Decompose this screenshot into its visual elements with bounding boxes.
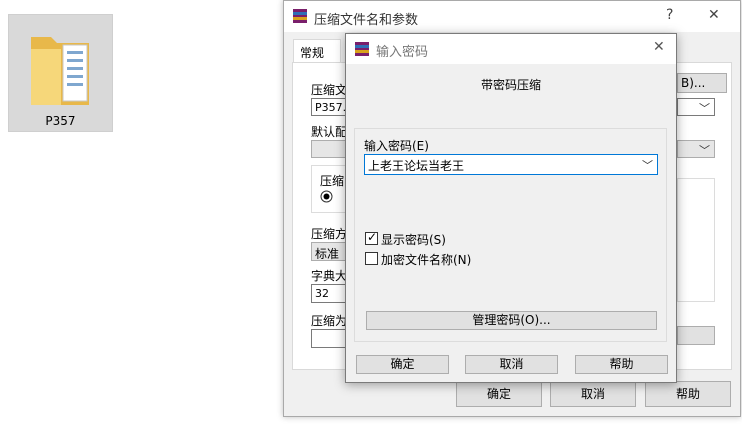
encrypt-names-label: 加密文件名称(N) — [381, 253, 472, 267]
folder-icon — [31, 37, 89, 105]
enter-password-dialog: 输入密码 ✕ 带密码压缩 输入密码(E) 上老王论坛当老王 ﹀ 显示密码(S) … — [345, 33, 677, 383]
volume-label: 压缩为 — [311, 314, 348, 328]
cancel-button[interactable]: 取消 — [465, 355, 558, 374]
help-button[interactable]: 帮助 — [575, 355, 668, 374]
ok-button[interactable]: 确定 — [356, 355, 449, 374]
profile-combo-end[interactable]: ﹀ — [677, 140, 715, 158]
chevron-down-icon: ﹀ — [699, 102, 710, 115]
close-icon[interactable]: ✕ — [708, 7, 720, 23]
radio-selected-icon[interactable] — [320, 190, 333, 203]
archive-params-title: 压缩文件名和参数 — [314, 13, 419, 28]
close-icon[interactable]: ✕ — [653, 39, 665, 55]
tab-general[interactable]: 常规 — [293, 39, 341, 63]
method-label: 压缩方 — [311, 227, 348, 241]
winrar-icon — [355, 42, 369, 56]
archive-name-label: 压缩文 — [311, 83, 348, 97]
password-value: 上老王论坛当老王 — [368, 159, 465, 173]
enter-password-title: 输入密码 — [376, 45, 429, 60]
dictionary-label: 字典大 — [311, 269, 348, 283]
show-password-checkbox[interactable] — [365, 230, 378, 245]
help-icon[interactable]: ? — [666, 7, 673, 23]
ok-button[interactable]: 确定 — [456, 381, 542, 407]
set-password-button-edge[interactable] — [677, 326, 715, 345]
options-box-edge — [677, 178, 715, 302]
enter-password-titlebar[interactable]: 输入密码 ✕ — [346, 34, 676, 64]
folder-label: P357 — [45, 114, 76, 128]
dialog-heading: 带密码压缩 — [480, 78, 541, 92]
default-profile-label: 默认配 — [311, 125, 348, 139]
encrypt-names-checkbox[interactable] — [365, 252, 378, 265]
update-mode-label: 压缩 — [320, 174, 345, 188]
chevron-down-icon: ﹀ — [699, 144, 710, 157]
desktop-folder-item[interactable]: P357 — [8, 14, 113, 132]
browse-button[interactable]: B)... — [677, 73, 727, 93]
chevron-down-icon[interactable]: ﹀ — [642, 157, 653, 173]
archive-params-titlebar[interactable]: 压缩文件名和参数 ? ✕ — [284, 1, 740, 32]
show-password-label: 显示密码(S) — [381, 233, 446, 247]
manage-passwords-button[interactable]: 管理密码(O)... — [366, 311, 657, 330]
winrar-icon — [293, 9, 307, 23]
help-button[interactable]: 帮助 — [645, 381, 731, 407]
enter-password-label: 输入密码(E) — [364, 139, 429, 153]
password-input[interactable]: 上老王论坛当老王 ﹀ — [364, 154, 658, 175]
cancel-button[interactable]: 取消 — [550, 381, 636, 407]
archive-name-combo-end[interactable]: ﹀ — [677, 98, 715, 116]
